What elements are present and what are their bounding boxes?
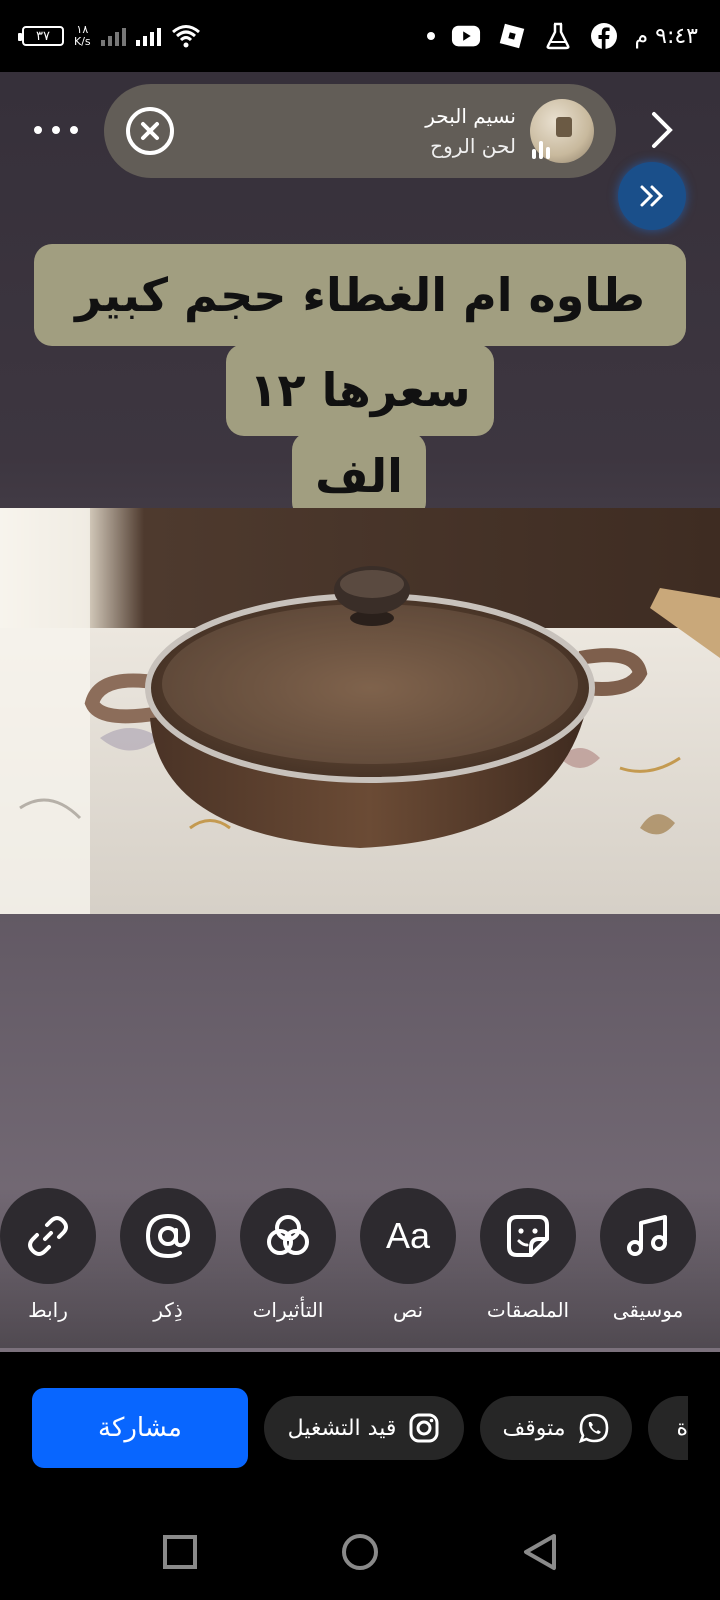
tool-text-label: نص [392, 1298, 424, 1322]
tool-music-label: موسيقى [612, 1298, 684, 1322]
more-options-button[interactable] [34, 112, 78, 148]
tool-music[interactable]: موسيقى [593, 1188, 703, 1322]
wifi-icon [171, 21, 201, 51]
signal-icon [135, 26, 161, 46]
tool-effects[interactable]: التأثيرات [233, 1188, 343, 1322]
music-sticker[interactable]: نسيم البحر لحن الروح [104, 84, 616, 178]
back-icon[interactable] [520, 1532, 560, 1572]
link-icon [28, 1216, 68, 1256]
editing-tools: رابط ذِكر التأثيرات Aa نص الملصقات موسيق… [0, 1188, 720, 1348]
more-destination-label: ة [676, 1415, 688, 1441]
caption-text-1: طاوه ام الغطاء حجم كبير [75, 268, 645, 322]
speed-unit: K/s [74, 35, 91, 48]
equalizer-icon [532, 141, 550, 159]
sticker-icon [507, 1215, 549, 1257]
song-info: نسيم البحر لحن الروح [425, 101, 516, 161]
tool-link[interactable]: رابط [0, 1188, 103, 1322]
share-button-label: مشاركة [98, 1413, 182, 1443]
instagram-icon [409, 1413, 439, 1443]
share-bar: مشاركة قيد التشغيل متوقف ة [0, 1352, 720, 1502]
home-icon[interactable] [340, 1532, 380, 1572]
music-note-icon [627, 1215, 667, 1256]
tool-mention[interactable]: ذِكر [113, 1188, 223, 1322]
caption-text-2: سعرها ١٢ [249, 363, 471, 417]
recents-icon[interactable] [160, 1532, 200, 1572]
tool-stickers[interactable]: الملصقات [473, 1188, 583, 1322]
album-art [530, 99, 594, 163]
song-title: نسيم البحر [425, 104, 516, 128]
roblox-icon [497, 21, 527, 51]
caption-line-2[interactable]: سعرها ١٢ [226, 344, 494, 436]
chevron-right-icon [652, 112, 673, 148]
status-bar: ٣٧ ١٨ K/s ٩:٤٣ م [0, 0, 720, 72]
signal-icon [100, 26, 126, 46]
caption-line-1[interactable]: طاوه ام الغطاء حجم كبير [34, 244, 686, 346]
caption-line-3[interactable]: الف [292, 432, 426, 520]
tool-stickers-label: الملصقات [486, 1298, 570, 1322]
whatsapp-icon [578, 1413, 608, 1444]
next-button[interactable] [640, 106, 684, 154]
close-circle-icon[interactable] [126, 107, 174, 155]
more-destination[interactable]: ة [648, 1396, 688, 1460]
instagram-destination[interactable]: قيد التشغيل [264, 1396, 464, 1460]
whatsapp-status: متوقف [502, 1415, 566, 1441]
navigation-bar [0, 1502, 720, 1600]
expand-button[interactable] [618, 162, 686, 230]
battery-icon: ٣٧ [18, 26, 64, 46]
double-chevron-right-icon [640, 185, 664, 207]
text-aa-icon: Aa [385, 1215, 431, 1256]
facebook-icon [589, 21, 619, 51]
youtube-icon [451, 21, 481, 51]
effects-icon [267, 1215, 309, 1255]
song-artist: لحن الروح [430, 134, 516, 158]
tool-mention-label: ذِكر [153, 1298, 183, 1322]
tool-text[interactable]: Aa نص [353, 1188, 463, 1322]
caption-text-3: الف [315, 449, 403, 503]
pot-photo[interactable] [0, 508, 720, 914]
share-button[interactable]: مشاركة [32, 1388, 248, 1468]
clock: ٩:٤٣ م [634, 23, 699, 49]
battery-level: ٣٧ [36, 28, 50, 44]
network-speed: ١٨ K/s [74, 24, 91, 48]
whatsapp-destination[interactable]: متوقف [480, 1396, 632, 1460]
flask-icon [543, 21, 573, 51]
tool-effects-label: التأثيرات [252, 1298, 324, 1322]
screen: ٣٧ ١٨ K/s ٩:٤٣ م نسيم البحر لحن الروح طا… [0, 0, 720, 1600]
at-icon [145, 1213, 191, 1259]
tool-link-label: رابط [28, 1298, 68, 1322]
notification-dot-icon [426, 32, 435, 40]
instagram-status: قيد التشغيل [287, 1415, 397, 1441]
